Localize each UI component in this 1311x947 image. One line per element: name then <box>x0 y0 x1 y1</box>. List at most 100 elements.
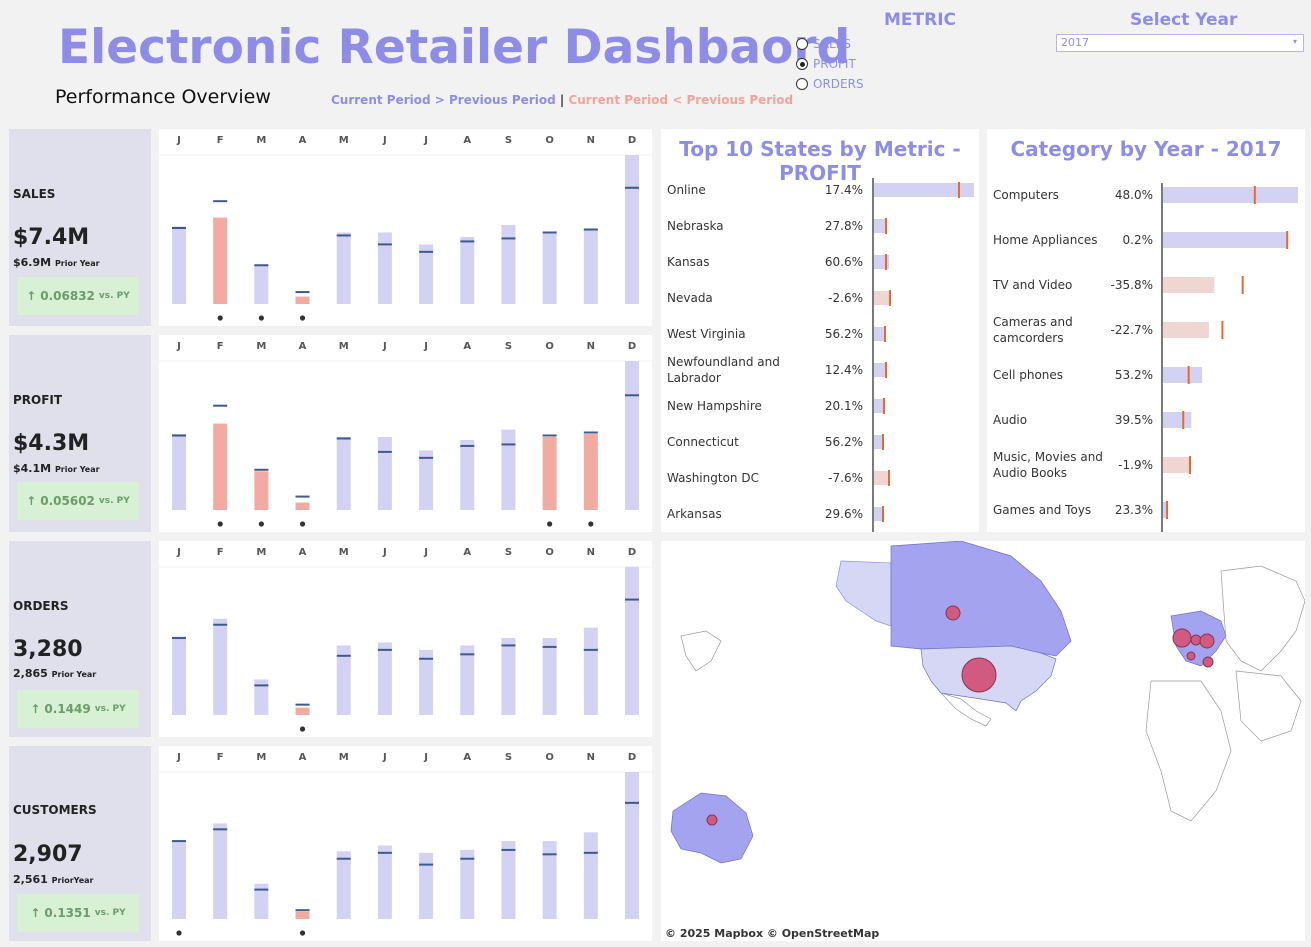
prior-marker <box>254 888 269 891</box>
month-label: N <box>587 547 595 558</box>
prior-marker <box>419 657 434 660</box>
prior-marker <box>336 857 351 860</box>
bar-category-label: Labrador <box>667 371 721 385</box>
bar <box>874 363 886 377</box>
map-bubble-italy <box>1202 656 1214 668</box>
monthly-chart-orders: JFMAMJJASOND <box>159 541 652 737</box>
month-bar <box>419 244 434 304</box>
bar-percent-label: 53.2% <box>1115 368 1153 382</box>
top-states-chart: Online 17.4% Nebraska 27.8% Kansas 60.6% Nevad… <box>667 178 974 532</box>
month-bar <box>583 434 598 510</box>
map-region-asia-outline <box>1235 670 1302 742</box>
month-label: S <box>505 341 512 352</box>
bar-percent-label: 27.8% <box>825 219 863 233</box>
month-bar <box>625 567 639 715</box>
month-label: O <box>545 341 554 352</box>
radio-selected-icon[interactable] <box>796 58 808 70</box>
radio-icon[interactable] <box>796 78 808 90</box>
month-bar <box>460 439 475 510</box>
color-legend: Current Period > Previous Period | Curre… <box>331 93 793 107</box>
radio-icon[interactable] <box>796 38 808 50</box>
year-select[interactable]: 2017 ▾ <box>1056 34 1304 52</box>
prior-marker <box>1253 186 1256 204</box>
metric-option-orders[interactable]: ORDERS <box>796 77 864 91</box>
prior-marker <box>501 644 516 647</box>
bar <box>1163 412 1192 428</box>
prior-marker <box>172 637 186 640</box>
bar <box>1163 322 1209 338</box>
monthly-chart-svg: JFMAMJJASOND <box>159 547 652 732</box>
bar <box>1163 277 1215 293</box>
arrow-up-icon: ↑ <box>30 702 41 716</box>
month-label: J <box>382 341 387 352</box>
bar <box>874 291 890 305</box>
month-label: A <box>299 341 307 352</box>
map-region-alaska <box>835 560 892 627</box>
monthly-chart-customers: JFMAMJJASOND <box>159 746 652 941</box>
prior-marker <box>213 623 228 626</box>
month-label: J <box>176 135 181 146</box>
metric-option-sales[interactable]: SALES <box>796 37 851 51</box>
month-bar <box>583 832 598 919</box>
prior-marker <box>460 653 475 656</box>
bar-category-label: New Hampshire <box>667 399 762 413</box>
month-label: S <box>505 135 512 146</box>
month-label: O <box>545 752 554 763</box>
month-bar <box>172 434 186 510</box>
month-label: J <box>423 752 428 763</box>
chevron-down-icon[interactable]: ▾ <box>1293 37 1297 46</box>
kpi-prior: $6.9M Prior Year <box>13 256 100 269</box>
prior-marker <box>419 863 434 866</box>
prior-marker <box>1187 366 1190 384</box>
month-label: J <box>176 341 181 352</box>
world-map[interactable] <box>661 541 1305 941</box>
bar-percent-label: 56.2% <box>825 327 863 341</box>
map-region-canada <box>890 541 1072 657</box>
month-bar <box>295 502 310 510</box>
prior-marker <box>583 431 598 434</box>
prior-marker <box>501 443 516 446</box>
map-attribution[interactable]: © 2025 Mapbox © OpenStreetMap <box>665 927 879 940</box>
prior-marker <box>295 703 310 706</box>
bar-category-label: Nevada <box>667 291 713 305</box>
kpi-value: $4.3M <box>13 431 90 456</box>
bar-category-label: Nebraska <box>667 219 724 233</box>
bar-percent-label: 20.1% <box>825 399 863 413</box>
month-bar <box>377 232 392 304</box>
kpi-card-orders: ORDERS 3,280 2,865 Prior Year ↑ 0.1449 vs.… <box>9 541 151 737</box>
monthly-chart-svg: JFMAMJJASOND <box>159 135 652 321</box>
prior-marker <box>213 200 228 203</box>
map-bubble-usa <box>961 657 997 693</box>
bar-category-label: Kansas <box>667 255 709 269</box>
month-bar <box>172 841 186 919</box>
bar-category-label: TV and Video <box>992 278 1072 292</box>
bar <box>874 399 884 413</box>
bar-percent-label: -1.9% <box>1118 458 1153 472</box>
month-bar <box>336 436 351 510</box>
month-label: J <box>382 752 387 763</box>
month-label: M <box>339 752 349 763</box>
metric-option-profit[interactable]: PROFIT <box>796 57 856 71</box>
monthly-chart-svg: JFMAMJJASOND <box>159 752 652 936</box>
legend-down: Current Period < Previous Period <box>568 93 794 107</box>
bar-percent-label: 12.4% <box>825 363 863 377</box>
kpi-prior: 2,865 Prior Year <box>13 667 97 680</box>
bar-percent-label: -22.7% <box>1111 323 1153 337</box>
prior-marker <box>419 250 434 253</box>
prior-marker <box>1286 231 1289 249</box>
bar-category-label: Newfoundland and <box>667 355 780 369</box>
prior-marker <box>625 186 639 189</box>
bar-category-label: Connecticut <box>667 435 739 449</box>
month-label: M <box>339 341 349 352</box>
month-label: S <box>505 752 512 763</box>
bar <box>1163 457 1190 473</box>
prior-marker <box>583 648 598 651</box>
month-bar <box>501 429 516 510</box>
year-filter-title: Select Year <box>1130 10 1238 30</box>
map-region-africa-outline <box>1145 680 1232 822</box>
prior-marker <box>419 456 434 459</box>
month-label: J <box>176 547 181 558</box>
prior-marker <box>883 398 885 414</box>
prior-marker <box>888 470 890 486</box>
month-label: M <box>256 341 266 352</box>
